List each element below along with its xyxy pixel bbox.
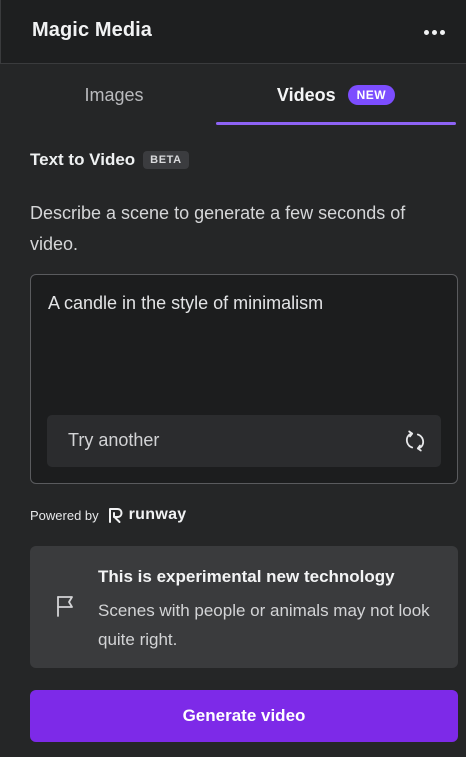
prompt-value: A candle in the style of minimalism bbox=[48, 293, 324, 313]
section-heading: Text to Video BETA bbox=[30, 150, 189, 170]
flag-icon bbox=[57, 596, 73, 617]
beta-badge: BETA bbox=[143, 151, 189, 169]
try-another-button[interactable]: Try another bbox=[47, 415, 441, 467]
runway-logo-icon bbox=[108, 508, 123, 523]
tab-images[interactable]: Images bbox=[14, 64, 214, 126]
runway-wordmark: runway bbox=[128, 506, 187, 523]
refresh-icon bbox=[405, 430, 425, 452]
prompt-textarea[interactable]: A candle in the style of minimalism Try … bbox=[30, 274, 458, 484]
powered-by: Powered by runway bbox=[30, 506, 186, 524]
magic-media-panel: Magic Media Images Videos NEW Text to Vi… bbox=[0, 0, 466, 757]
generate-video-button[interactable]: Generate video bbox=[30, 690, 458, 742]
new-badge: NEW bbox=[347, 85, 396, 105]
tab-videos-label: Videos bbox=[276, 84, 336, 105]
more-dot bbox=[431, 29, 437, 35]
more-dot bbox=[423, 29, 429, 35]
experimental-notice: This is experimental new technology Scen… bbox=[30, 546, 458, 668]
panel-header: Magic Media bbox=[0, 0, 466, 64]
media-tabs: Images Videos NEW bbox=[0, 64, 466, 126]
notice-body: Scenes with people or animals may not lo… bbox=[98, 601, 430, 649]
section-description: Describe a scene to generate a few secon… bbox=[30, 203, 406, 254]
tab-images-label: Images bbox=[84, 84, 144, 105]
tab-videos[interactable]: Videos NEW bbox=[216, 64, 456, 126]
powered-by-label: Powered by bbox=[30, 507, 99, 523]
notice-title: This is experimental new technology bbox=[98, 567, 395, 586]
try-another-label: Try another bbox=[68, 430, 160, 450]
more-dot bbox=[439, 29, 445, 35]
active-tab-indicator bbox=[216, 122, 456, 125]
panel-title: Magic Media bbox=[32, 19, 153, 41]
section-title: Text to Video bbox=[30, 150, 136, 169]
more-options-button[interactable] bbox=[420, 20, 448, 44]
runway-logo: runway bbox=[107, 506, 187, 524]
